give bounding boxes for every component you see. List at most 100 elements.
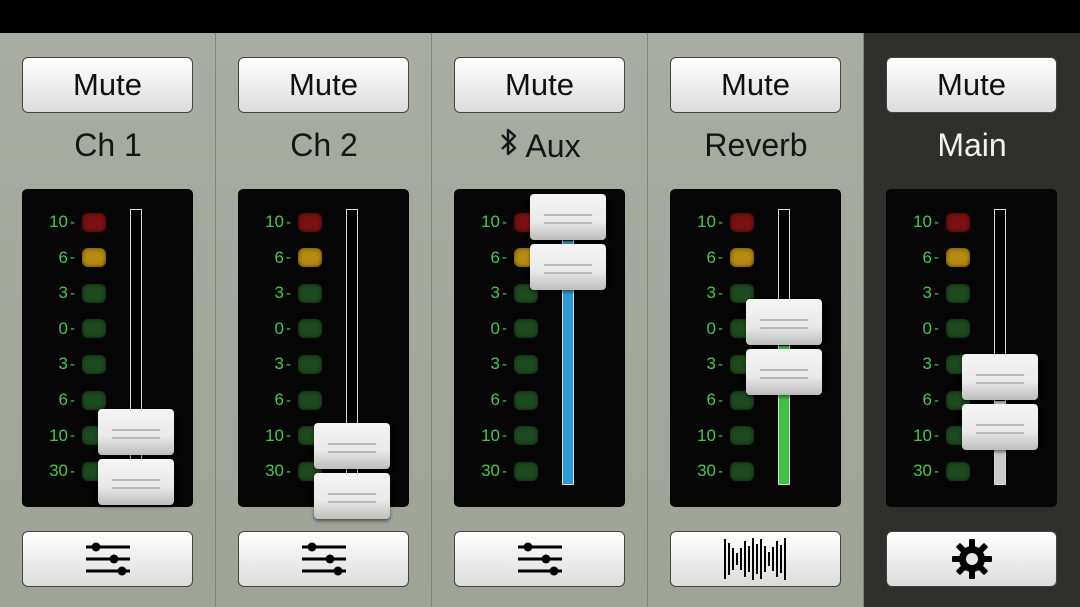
meter-led [298, 319, 322, 339]
meter-led [298, 390, 322, 410]
meter-led [514, 426, 538, 446]
meter-row: 30- [886, 459, 986, 483]
meter-row: 10- [22, 210, 122, 234]
meter-tick: - [286, 462, 291, 480]
meter-row: 0- [454, 317, 554, 341]
meter-led [82, 390, 106, 410]
channel-strip-ch2: Mute Ch 2 10-6-3-0-3-6-10-30- [216, 33, 432, 607]
meter-tick: - [934, 462, 939, 480]
meter-tick: - [70, 320, 75, 338]
channel-settings-button[interactable] [454, 531, 625, 587]
meter-led [298, 248, 322, 268]
channel-settings-button[interactable] [238, 531, 409, 587]
fader-grip-line [544, 264, 592, 267]
fader-handle[interactable] [314, 423, 390, 520]
meter-led [730, 212, 754, 232]
meter-row: 3- [886, 281, 986, 305]
meter-led [82, 319, 106, 339]
meter-tick: - [934, 213, 939, 231]
channel-strip-main: Mute Main 10-6-3-0-3-6-10-30- [864, 33, 1080, 607]
meter-tick: - [934, 320, 939, 338]
fader-handle[interactable] [746, 299, 822, 395]
channel-settings-button[interactable] [22, 531, 193, 587]
meter-scale-label: 10 [265, 425, 284, 445]
eq-sliders-icon [516, 541, 564, 577]
level-meter: 10-6-3-0-3-6-10-30- [670, 189, 841, 507]
level-meter: 10-6-3-0-3-6-10-30- [886, 189, 1057, 507]
meter-led [946, 283, 970, 303]
meter-scale-label: 10 [697, 425, 716, 445]
meter-row: 6- [454, 388, 554, 412]
meter-tick: - [286, 320, 291, 338]
meter-row: 30- [454, 459, 554, 483]
meter-scale-label: 30 [265, 461, 284, 481]
meter-scale-label: 6 [922, 247, 932, 267]
meter-tick: - [934, 249, 939, 267]
meter-tick: - [718, 213, 723, 231]
channel-label: Ch 2 [216, 127, 432, 164]
meter-led [946, 319, 970, 339]
meter-tick: - [934, 391, 939, 409]
fader-grip-line [976, 432, 1024, 435]
fader-grip-line [760, 377, 808, 379]
meter-scale-label: 6 [490, 390, 500, 409]
meter-tick: - [934, 355, 939, 373]
fader-handle[interactable] [962, 354, 1038, 451]
channel-name: Reverb [704, 127, 808, 163]
meter-tick: - [718, 320, 723, 338]
meter-tick: - [934, 284, 939, 302]
channel-name: Ch 1 [74, 127, 142, 163]
meter-row: 6- [670, 246, 770, 270]
meter-scale-label: 6 [58, 390, 68, 409]
meter-row: 6- [22, 246, 122, 270]
eq-sliders-icon [84, 541, 132, 577]
meter-scale-label: 3 [922, 354, 932, 374]
meter-led [514, 319, 538, 339]
mute-button[interactable]: Mute [454, 57, 625, 113]
mute-button[interactable]: Mute [22, 57, 193, 113]
meter-scale-label: 6 [274, 247, 284, 267]
meter-tick: - [286, 249, 291, 267]
reverb-settings-button[interactable] [670, 531, 841, 587]
meter-tick: - [70, 391, 75, 409]
fader-grip-line [544, 222, 592, 225]
meter-row: 6- [886, 246, 986, 270]
meter-scale-label: 3 [274, 283, 284, 303]
fader-grip-line [544, 214, 592, 217]
meter-row: 10- [886, 210, 986, 234]
channel-strip-ch1: Mute Ch 1 10-6-3-0-3-6-10-30- [0, 33, 216, 607]
meter-scale-label: 10 [49, 425, 68, 445]
fader-handle[interactable] [530, 194, 606, 291]
meter-tick: - [718, 391, 723, 409]
eq-sliders-icon [300, 541, 348, 577]
meter-scale-label: 0 [706, 318, 716, 338]
meter-tick: - [502, 391, 507, 409]
meter-led [730, 248, 754, 268]
fader-grip-line [328, 451, 376, 454]
meter-row: 10- [454, 424, 554, 448]
meter-led [946, 461, 970, 481]
fader-grip-line [976, 374, 1024, 377]
meter-led [82, 283, 106, 303]
mute-button[interactable]: Mute [670, 57, 841, 113]
bluetooth-icon [499, 127, 519, 165]
meter-scale-label: 6 [490, 247, 500, 267]
level-meter: 10-6-3-0-3-6-10-30- [22, 189, 193, 507]
meter-scale-label: 10 [697, 212, 716, 231]
meter-scale-label: 3 [490, 283, 500, 303]
channel-strip-reverb: Mute Reverb 10-6-3-0-3-6-10-30- [648, 33, 864, 607]
meter-tick: - [718, 284, 723, 302]
mute-button[interactable]: Mute [886, 57, 1057, 113]
mute-button[interactable]: Mute [238, 57, 409, 113]
fader-grip-line [112, 479, 160, 482]
meter-scale-label: 30 [481, 461, 500, 481]
main-settings-button[interactable] [886, 531, 1057, 587]
fader-grip-line [328, 443, 376, 446]
fader-cap [314, 423, 390, 470]
fader-cap [98, 409, 174, 456]
meter-row: 10- [238, 210, 338, 234]
meter-led [82, 354, 106, 374]
fader-grip-line [328, 493, 376, 496]
fader-handle[interactable] [98, 409, 174, 506]
meter-scale-label: 6 [922, 390, 932, 409]
